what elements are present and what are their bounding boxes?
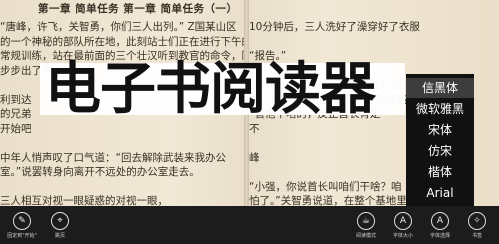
app-bar-label: 书签 [471, 233, 482, 239]
text-line: 三人相互对视一眼疑惑的对视一眼， [0, 195, 168, 206]
font-selection-menu: 信黑体 微软雅黑 宋体 仿宋 楷体 Arial [406, 74, 474, 208]
read-mode-icon: ☕ [357, 212, 375, 230]
bookmark-icon: ✧ [468, 212, 486, 230]
bookmark-button[interactable]: ✧ 书签 [455, 206, 499, 244]
font-option[interactable]: Arial [406, 183, 474, 203]
font-option[interactable]: 楷体 [406, 162, 474, 182]
font-size-icon: A [394, 212, 412, 230]
font-option[interactable]: 宋体 [406, 120, 474, 140]
font-select-icon: A [431, 212, 449, 230]
locate-button[interactable]: ⌖ 跳页 [38, 206, 82, 244]
app-bar: ✎ 固定到"开始" ⌖ 跳页 ☕ 阅读模式 A 字体大小 A 字体选择 ✧ 书签 [0, 206, 499, 244]
font-option[interactable]: 仿宋 [406, 141, 474, 161]
text-line: 10分钟后，三人洗好了澡穿好了衣服 [249, 21, 420, 33]
text-line: 开始吧 [0, 122, 32, 135]
font-option[interactable]: 微软雅黑 [406, 99, 474, 119]
font-option[interactable]: 信黑体 [406, 78, 474, 98]
pin-icon: ✎ [13, 212, 31, 230]
text-line: 室。”说罢转身向离开不远处的办公室走去。 [0, 166, 200, 178]
banner-title: 电子书阅读器 [45, 57, 376, 122]
app-bar-label: 跳页 [54, 233, 65, 239]
text-line: 怕了。”关智勇说道，在整个基地里 [249, 195, 407, 206]
text-line: 不 [249, 122, 260, 135]
chapter-header: 第一章 简单任务 第一章 简单任务（一） [38, 3, 238, 15]
locate-icon: ⌖ [51, 212, 69, 230]
text-line: 峰 [249, 151, 260, 164]
